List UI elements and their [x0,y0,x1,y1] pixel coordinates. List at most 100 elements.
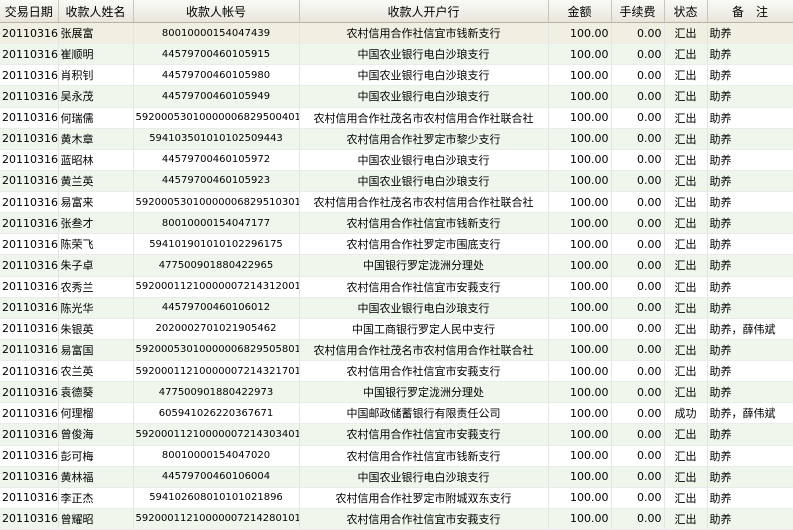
cell-payee-name: 农兰英 [58,360,134,383]
table-row[interactable]: 20110316 张展富 80010000154047439 农村信用合作社信宜市钱新… [0,22,793,45]
table-row[interactable]: 20110316 易富国 592000530100000068295058011 农村… [0,339,793,362]
cell-amount: 100.00 [548,64,612,87]
table-row[interactable]: 20110316 曾耀昭 592000112100000072142801011 农村… [0,508,793,530]
cell-remark: 助养 [707,22,793,45]
cell-remark: 助养 [707,43,793,66]
cell-date: 20110316 [0,318,59,340]
cell-status: 汇出 [664,191,708,214]
cell-payee-name: 蓝昭林 [58,149,134,171]
table-row[interactable]: 20110316 崔顺明 44579700460105915 中国农业银行电白沙琅支行… [0,43,793,66]
cell-payee-bank: 中国银行罗定泷洲分理处 [299,381,549,404]
cell-payee-bank: 农村信用合作社茂名市农村信用合作社联合社 [299,339,549,362]
cell-payee-account: 44579700460105923 [133,170,300,193]
cell-payee-bank: 农村信用合作社信宜市钱新支行 [299,212,549,235]
table-row[interactable]: 20110316 何瑞儒 592000530100000068295004011 农村… [0,107,793,129]
cell-payee-name: 袁德葵 [58,381,134,404]
table-row[interactable]: 20110316 袁德葵 477500901880422973 中国银行罗定泷洲分理处… [0,381,793,404]
table-row[interactable]: 20110316 朱银英 2020002701021905462 中国工商银行罗定人民… [0,318,793,340]
column-header-status[interactable]: 状态 [664,0,708,23]
table-row[interactable]: 20110316 黄木章 594103501010102509443 农村信用合作社罗… [0,128,793,150]
cell-fee: 0.00 [611,339,665,362]
cell-fee: 0.00 [611,191,665,214]
cell-fee: 0.00 [611,128,665,150]
cell-payee-name: 张叁才 [58,212,134,235]
cell-fee: 0.00 [611,423,665,446]
cell-payee-name: 黄兰英 [58,170,134,193]
table-row[interactable]: 20110316 彭可梅 80010000154047020 农村信用合作社信宜市钱新… [0,445,793,467]
cell-fee: 0.00 [611,360,665,383]
cell-status: 汇出 [664,212,708,235]
cell-date: 20110316 [0,107,59,129]
cell-remark: 助养 [707,170,793,193]
column-header-payee-name[interactable]: 收款人姓名 [58,0,134,23]
cell-amount: 100.00 [548,170,612,193]
column-header-fee[interactable]: 手续费 [611,0,665,23]
cell-status: 汇出 [664,85,708,108]
cell-payee-account: 594103501010102509443 [133,128,300,150]
cell-payee-name: 农秀兰 [58,276,134,298]
table-row[interactable]: 20110316 农秀兰 592000112100000072143120011 农村… [0,276,793,298]
table-row[interactable]: 20110316 张叁才 80010000154047177 农村信用合作社信宜市钱新… [0,212,793,235]
cell-remark: 助养 [707,149,793,171]
cell-status: 汇出 [664,487,708,509]
cell-status: 汇出 [664,508,708,530]
cell-amount: 100.00 [548,191,612,214]
table-row[interactable]: 20110316 肖积钊 44579700460105980 中国农业银行电白沙琅支行… [0,64,793,87]
cell-payee-name: 吴永茂 [58,85,134,108]
cell-remark: 助养 [707,381,793,404]
table-row[interactable]: 20110316 朱子卓 477500901880422965 中国银行罗定泷洲分理处… [0,254,793,277]
cell-payee-bank: 中国农业银行电白沙琅支行 [299,170,549,193]
cell-payee-name: 李正杰 [58,487,134,509]
column-header-payee-account[interactable]: 收款人帐号 [133,0,300,23]
cell-payee-bank: 农村信用合作社信宜市安莪支行 [299,508,549,530]
cell-payee-name: 朱银英 [58,318,134,340]
cell-payee-bank: 中国农业银行电白沙琅支行 [299,85,549,108]
cell-fee: 0.00 [611,508,665,530]
cell-payee-bank: 农村信用合作社信宜市安莪支行 [299,276,549,298]
cell-remark: 助养 [707,487,793,509]
cell-date: 20110316 [0,233,59,256]
cell-date: 20110316 [0,191,59,214]
column-header-date[interactable]: 交易日期 [0,0,59,23]
table-row[interactable]: 20110316 农兰英 592000112100000072143217011 农村… [0,360,793,383]
cell-amount: 100.00 [548,402,612,425]
cell-remark: 助养 [707,297,793,319]
cell-status: 汇出 [664,43,708,66]
cell-payee-bank: 中国农业银行电白沙琅支行 [299,466,549,488]
cell-remark: 助养 [707,466,793,488]
table-row[interactable]: 20110316 吴永茂 44579700460105949 中国农业银行电白沙琅支行… [0,85,793,108]
cell-amount: 100.00 [548,318,612,340]
table-row[interactable]: 20110316 蓝昭林 44579700460105972 中国农业银行电白沙琅支行… [0,149,793,171]
cell-payee-name: 易富来 [58,191,134,214]
cell-payee-account: 44579700460106004 [133,466,300,488]
table-row[interactable]: 20110316 曾俊海 592000112100000072143034011 农村… [0,423,793,446]
cell-status: 汇出 [664,233,708,256]
column-header-amount[interactable]: 金额 [548,0,612,23]
cell-payee-bank: 农村信用合作社信宜市钱新支行 [299,445,549,467]
cell-payee-account: 592000112100000072143120011 [133,276,300,298]
column-header-payee-bank[interactable]: 收款人开户行 [299,0,549,23]
cell-fee: 0.00 [611,149,665,171]
cell-date: 20110316 [0,339,59,362]
cell-fee: 0.00 [611,297,665,319]
cell-amount: 100.00 [548,85,612,108]
column-header-remark[interactable]: 备 注 [707,0,793,23]
cell-payee-name: 张展富 [58,22,134,45]
cell-payee-bank: 中国银行罗定泷洲分理处 [299,254,549,277]
cell-payee-name: 黄林福 [58,466,134,488]
cell-remark: 助养 [707,85,793,108]
table-row[interactable]: 20110316 易富来 592000530100000068295103011 农村… [0,191,793,214]
cell-remark: 助养 [707,233,793,256]
table-row[interactable]: 20110316 黄林福 44579700460106004 中国农业银行电白沙琅支行… [0,466,793,488]
table-row[interactable]: 20110316 陈荣飞 594101901010102296175 农村信用合作社罗… [0,233,793,256]
cell-status: 汇出 [664,297,708,319]
table-row[interactable]: 20110316 黄兰英 44579700460105923 中国农业银行电白沙琅支行… [0,170,793,193]
header-row: 交易日期 收款人姓名 收款人帐号 收款人开户行 金额 手续费 状态 备 注 [0,0,793,23]
cell-date: 20110316 [0,445,59,467]
table-row[interactable]: 20110316 李正杰 594102608010101021896 农村信用合作社罗… [0,487,793,509]
cell-status: 成功 [664,402,708,425]
table-row[interactable]: 20110316 陈光华 44579700460106012 中国农业银行电白沙琅支行… [0,297,793,319]
table-row[interactable]: 20110316 何理榴 605941026220367671 中国邮政储蓄银行有限责… [0,402,793,425]
cell-payee-account: 605941026220367671 [133,402,300,425]
cell-date: 20110316 [0,402,59,425]
